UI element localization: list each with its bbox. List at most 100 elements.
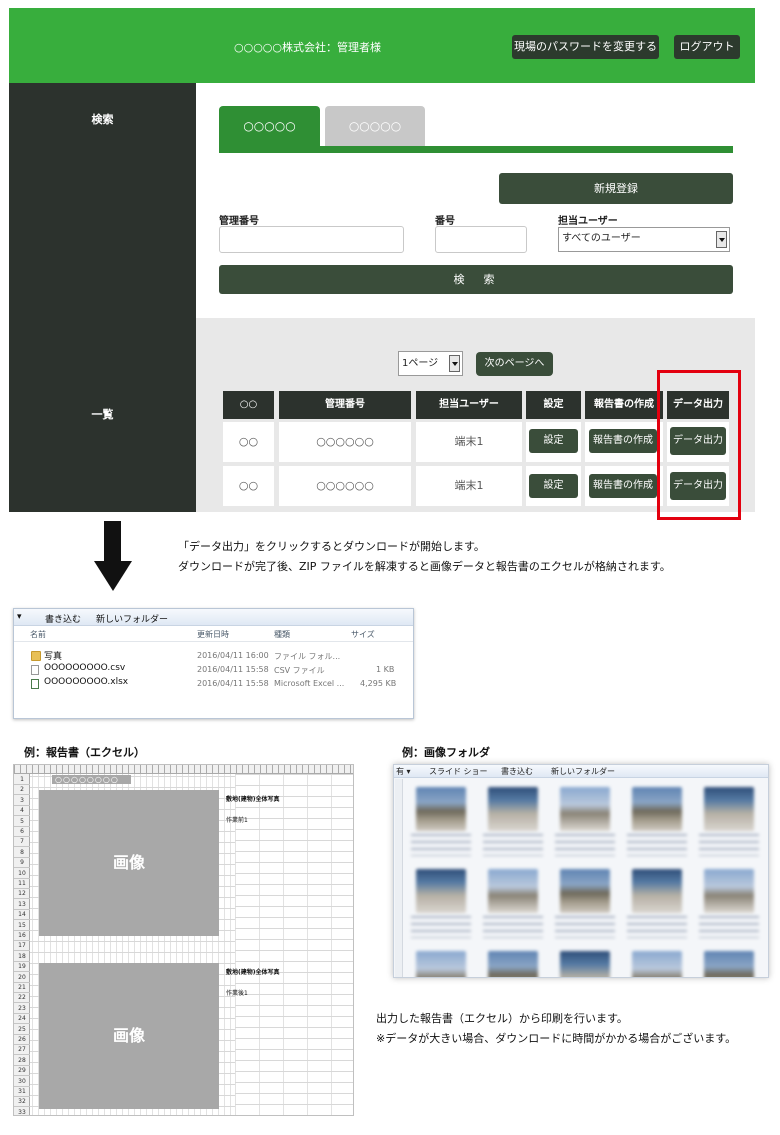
excel-row-number: 20 (14, 972, 30, 983)
number-input[interactable] (435, 226, 527, 253)
excel-row-number: 3 (14, 795, 30, 806)
assigned-user-value: すべてのユーザー (562, 233, 641, 244)
excel-file-icon (31, 679, 39, 689)
explorer-column-headers: 名前 更新日時 種類 サイズ (14, 626, 413, 642)
toolbar-new-folder[interactable]: 新しいフォルダー (551, 766, 615, 777)
settings-button[interactable]: 設定 (529, 474, 578, 498)
image-thumbnail[interactable] (560, 787, 610, 831)
image-folder-sample-title: 例：画像フォルダ (402, 746, 490, 759)
image-thumbnail[interactable] (488, 787, 538, 831)
new-registration-button[interactable]: 新規登録 (499, 173, 733, 204)
image-thumbnail[interactable] (416, 869, 466, 913)
col-header-settings: 設定 (526, 391, 581, 419)
image-thumbnail[interactable] (704, 951, 754, 977)
excel-row-number: 17 (14, 940, 30, 952)
toolbar-burn[interactable]: 書き込む (45, 612, 81, 625)
excel-sample-title: 例：報告書（エクセル） (24, 746, 145, 759)
list-item[interactable]: OOOOOOOOO.xlsx 2016/04/11 15:58 Microsof… (14, 676, 413, 690)
col-header-1: ○○ (223, 391, 274, 419)
tab-primary[interactable]: ○○○○○ (219, 106, 320, 146)
excel-top-cell: ○○○○○○○○ (52, 775, 131, 784)
toolbar-organize[interactable]: 有 ▾ (396, 766, 411, 777)
excel-row-number: 9 (14, 857, 30, 869)
toolbar-new-folder[interactable]: 新しいフォルダー (96, 612, 168, 625)
image-thumbnail[interactable] (416, 951, 466, 977)
excel-row-number: 27 (14, 1044, 30, 1056)
toolbar-menu[interactable]: ▾ (17, 612, 22, 622)
logout-button[interactable]: ログアウト (674, 35, 740, 59)
excel-row-number: 28 (14, 1055, 30, 1066)
note-line-2: ※データが大きい場合、ダウンロードに時間がかかる場合がございます。 (376, 1032, 737, 1045)
excel-row-number: 22 (14, 992, 30, 1004)
excel-row-number: 15 (14, 920, 30, 931)
next-page-button[interactable]: 次のページへ (476, 352, 553, 376)
excel-row-number: 23 (14, 1003, 30, 1014)
excel-row-number: 29 (14, 1065, 30, 1077)
page-select[interactable]: 1ページ (398, 351, 463, 376)
create-report-button[interactable]: 報告書の作成 (589, 429, 657, 453)
list-item[interactable]: OOOOOOOOO.csv 2016/04/11 15:58 CSV ファイル … (14, 662, 413, 676)
list-item[interactable]: 写真 2016/04/11 16:00 ファイル フォル... (14, 648, 413, 662)
search-button[interactable]: 検 索 (219, 265, 733, 294)
col-header-report: 報告書の作成 (585, 391, 663, 419)
chevron-down-icon (449, 355, 460, 372)
image-folder-window: 有 ▾ スライド ショー 書き込む 新しいフォルダー (393, 764, 769, 978)
image-thumbnail[interactable] (488, 951, 538, 977)
excel-row-number: 24 (14, 1013, 30, 1025)
image-thumbnail[interactable] (704, 869, 754, 913)
excel-row-number: 11 (14, 878, 30, 889)
image-thumbnail[interactable] (632, 787, 682, 831)
folder-icon (31, 651, 41, 661)
col-date[interactable]: 更新日時 (197, 629, 229, 640)
tab-secondary[interactable]: ○○○○○ (325, 106, 425, 146)
file-explorer-window: ▾ 書き込む 新しいフォルダー 名前 更新日時 種類 サイズ 写真 2016/0… (13, 608, 414, 719)
toolbar-burn[interactable]: 書き込む (501, 766, 533, 777)
image-thumbnail[interactable] (704, 787, 754, 831)
excel-row-number: 19 (14, 961, 30, 973)
table-cell-assigned-user: 端末1 (416, 466, 522, 506)
change-password-button[interactable]: 現場のパスワードを変更する (512, 35, 659, 59)
col-name[interactable]: 名前 (30, 629, 46, 640)
excel-row-number: 10 (14, 868, 30, 879)
col-size[interactable]: サイズ (351, 629, 375, 640)
excel-row-number: 21 (14, 982, 30, 993)
thumbnail-caption (699, 916, 759, 938)
highlight-box (657, 370, 741, 520)
excel-right-area (235, 774, 353, 1115)
image-thumbnail[interactable] (632, 951, 682, 977)
thumbnail-caption (483, 916, 543, 938)
management-number-input[interactable] (219, 226, 404, 253)
tab-underline (219, 146, 733, 153)
assigned-user-select[interactable]: すべてのユーザー (558, 227, 730, 252)
explorer-toolbar: ▾ 書き込む 新しいフォルダー (14, 609, 413, 626)
instruction-line-1: 「データ出力」をクリックするとダウンロードが開始します。 (178, 540, 485, 553)
excel-image-placeholder: 画像 (39, 963, 219, 1109)
toolbar-slideshow[interactable]: スライド ショー (429, 766, 488, 777)
search-sidebar: 検索 (9, 83, 196, 318)
excel-row-number: 5 (14, 816, 30, 827)
image-thumbnail[interactable] (416, 787, 466, 831)
excel-row-number: 2 (14, 784, 30, 796)
excel-column-header (14, 765, 353, 774)
thumbnail-caption (627, 834, 687, 856)
image-thumbnail[interactable] (488, 869, 538, 913)
management-number-label: 管理番号 (219, 216, 259, 227)
csv-file-icon (31, 665, 39, 675)
thumbnail-caption (627, 916, 687, 938)
col-type[interactable]: 種類 (274, 629, 290, 640)
table-cell-assigned-user: 端末1 (416, 422, 522, 462)
thumbnail-caption (555, 916, 615, 938)
assigned-user-label: 担当ユーザー (558, 216, 618, 227)
excel-row-number: 13 (14, 899, 30, 910)
note-line-1: 出力した報告書（エクセル）から印刷を行います。 (376, 1012, 628, 1025)
number-label: 番号 (435, 216, 455, 227)
image-thumbnail[interactable] (560, 951, 610, 977)
settings-button[interactable]: 設定 (529, 429, 578, 453)
excel-sub-label: 作業後1 (226, 990, 248, 997)
image-thumbnail[interactable] (632, 869, 682, 913)
create-report-button[interactable]: 報告書の作成 (589, 474, 657, 498)
excel-block-label: 敷地(建物)全体写真 (226, 969, 280, 976)
scrollbar[interactable] (395, 779, 403, 977)
excel-row-number: 14 (14, 909, 30, 921)
image-thumbnail[interactable] (560, 869, 610, 913)
